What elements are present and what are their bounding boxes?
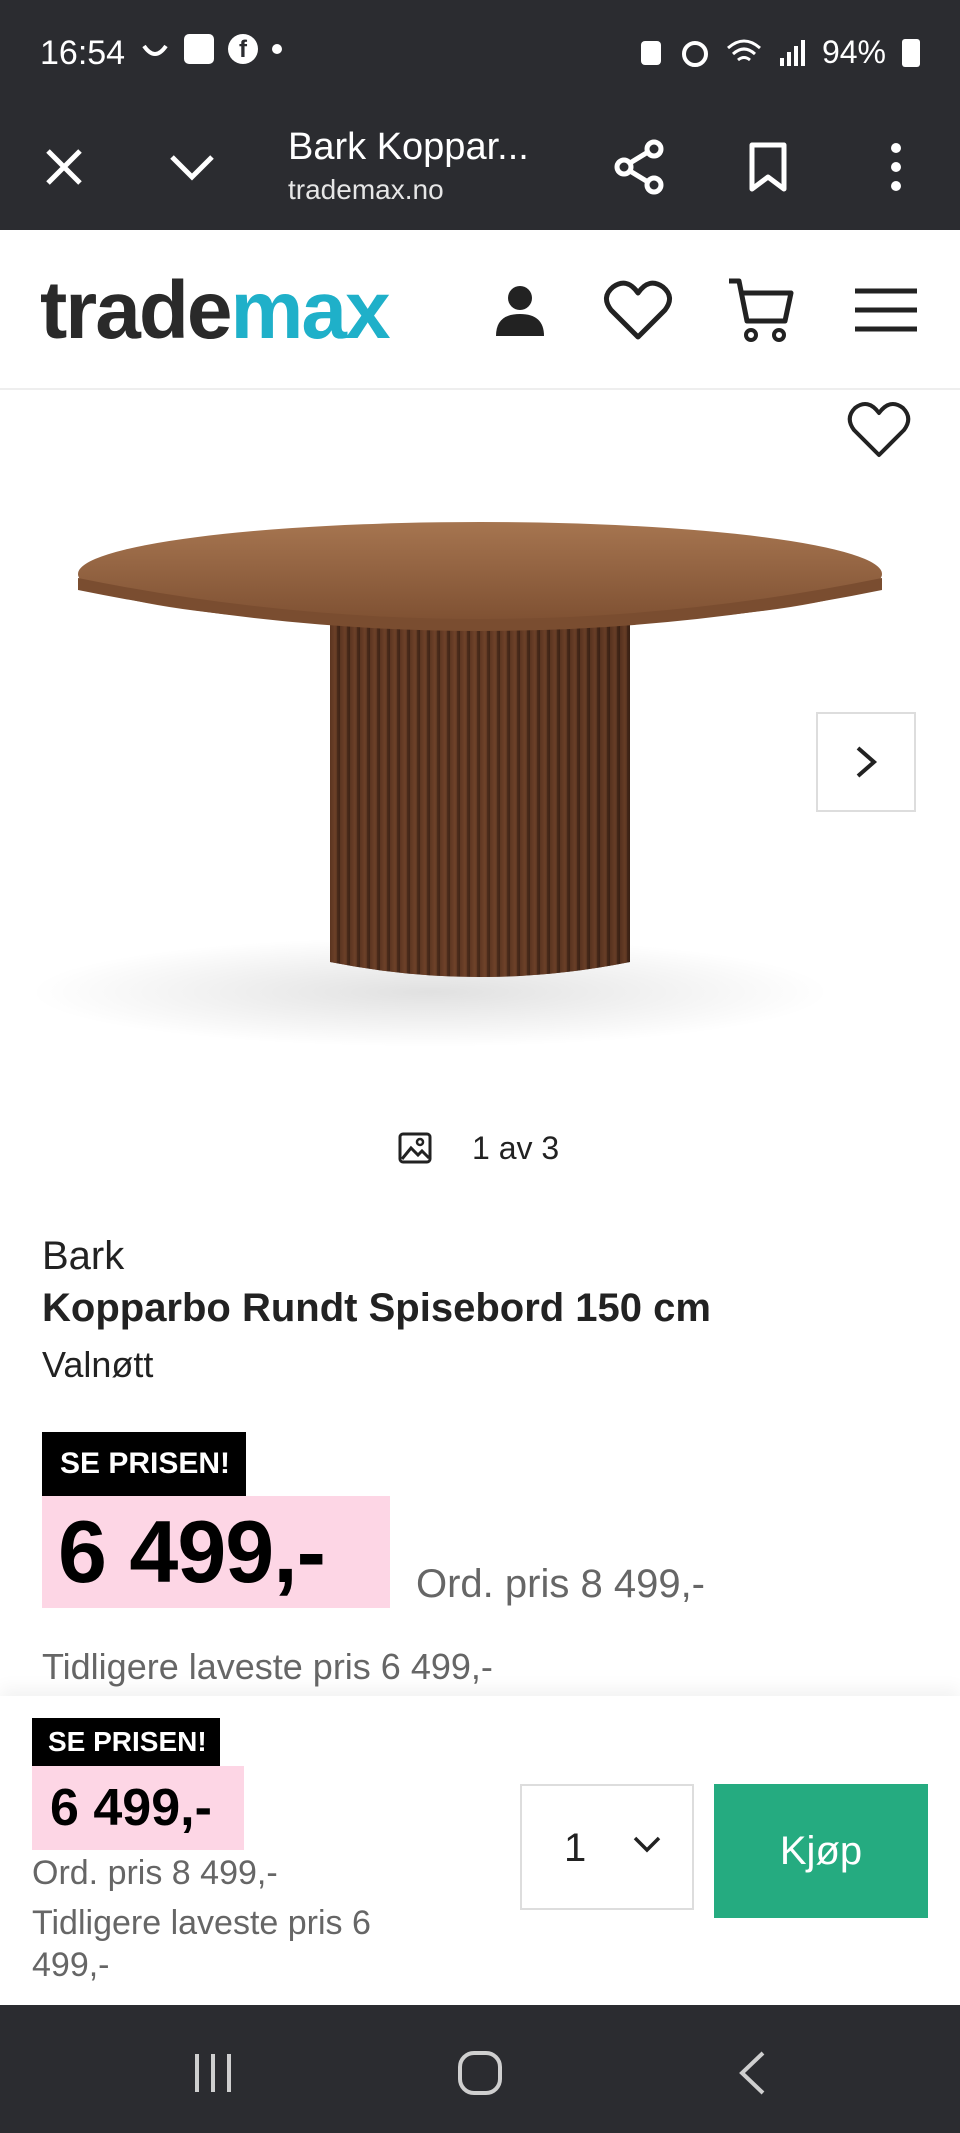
browser-url: trademax.no (288, 174, 444, 205)
alarm-icon (681, 40, 708, 67)
smile-icon (142, 44, 168, 56)
trademax-logo[interactable]: trademax (40, 264, 391, 358)
image-icon (398, 1132, 432, 1164)
quantity-select[interactable]: 1 (520, 1784, 694, 1910)
share-icon[interactable] (600, 104, 680, 230)
key-icon (184, 34, 214, 64)
logo-text-max: max (230, 265, 391, 356)
back-icon[interactable] (722, 2043, 782, 2103)
recent-apps-icon[interactable] (183, 2043, 243, 2103)
sticky-lowest-price: Tidligere laveste pris 6 499,- (32, 1904, 371, 1984)
image-counter: 1 av 3 (398, 1126, 559, 1170)
ordinary-price: Ord. pris 8 499,- (416, 1562, 706, 1606)
chevron-down-icon (633, 1836, 661, 1853)
status-time: 16:54 (40, 34, 126, 72)
wifi-icon (726, 39, 761, 61)
product-price: 6 499,- (42, 1496, 390, 1608)
chevron-down-icon[interactable] (152, 104, 232, 230)
status-bar: 16:54 f 94% (0, 0, 960, 104)
chevron-right-icon (856, 746, 878, 778)
system-navigation-bar (0, 2005, 960, 2133)
user-icon[interactable] (480, 270, 560, 350)
sticky-price-badge: SE PRISEN! (32, 1718, 220, 1766)
browser-toolbar: Bark Koppar... trademax.no (0, 104, 960, 230)
product-variant: Valnøtt (42, 1344, 154, 1385)
sticky-price: 6 499,- (32, 1766, 244, 1850)
wishlist-heart-icon[interactable] (598, 270, 678, 350)
status-notification-icons: f (140, 34, 282, 64)
product-title: Kopparbo Rundt Spisebord 150 cm (42, 1286, 711, 1330)
more-options-icon[interactable] (856, 104, 936, 230)
site-header: trademax (0, 230, 960, 390)
next-image-button[interactable] (816, 712, 916, 812)
facebook-icon: f (228, 34, 258, 64)
battery-saver-icon (640, 40, 661, 65)
status-system-icons: 94% (638, 34, 920, 71)
close-icon[interactable] (24, 104, 104, 230)
dot-icon (272, 44, 282, 54)
lowest-previous-price: Tidligere laveste pris 6 499,- (42, 1646, 493, 1687)
quantity-value: 1 (564, 1826, 587, 1870)
image-counter-text: 1 av 3 (472, 1129, 560, 1166)
home-icon[interactable] (450, 2043, 510, 2103)
sticky-ordinary-price: Ord. pris 8 499,- (32, 1854, 278, 1892)
cart-icon[interactable] (720, 270, 800, 350)
battery-icon (902, 38, 920, 67)
buy-button[interactable]: Kjøp (714, 1784, 928, 1918)
signal-icon (779, 39, 805, 66)
bookmark-icon[interactable] (728, 104, 808, 230)
product-brand[interactable]: Bark (42, 1234, 124, 1279)
logo-text-trade: trade (40, 265, 233, 356)
browser-page-title: Bark Koppar... (288, 126, 529, 168)
price-badge: SE PRISEN! (42, 1432, 246, 1496)
image-favorite-heart-icon[interactable] (846, 400, 912, 460)
battery-percent: 94% (821, 34, 886, 70)
menu-hamburger-icon[interactable] (846, 270, 926, 350)
